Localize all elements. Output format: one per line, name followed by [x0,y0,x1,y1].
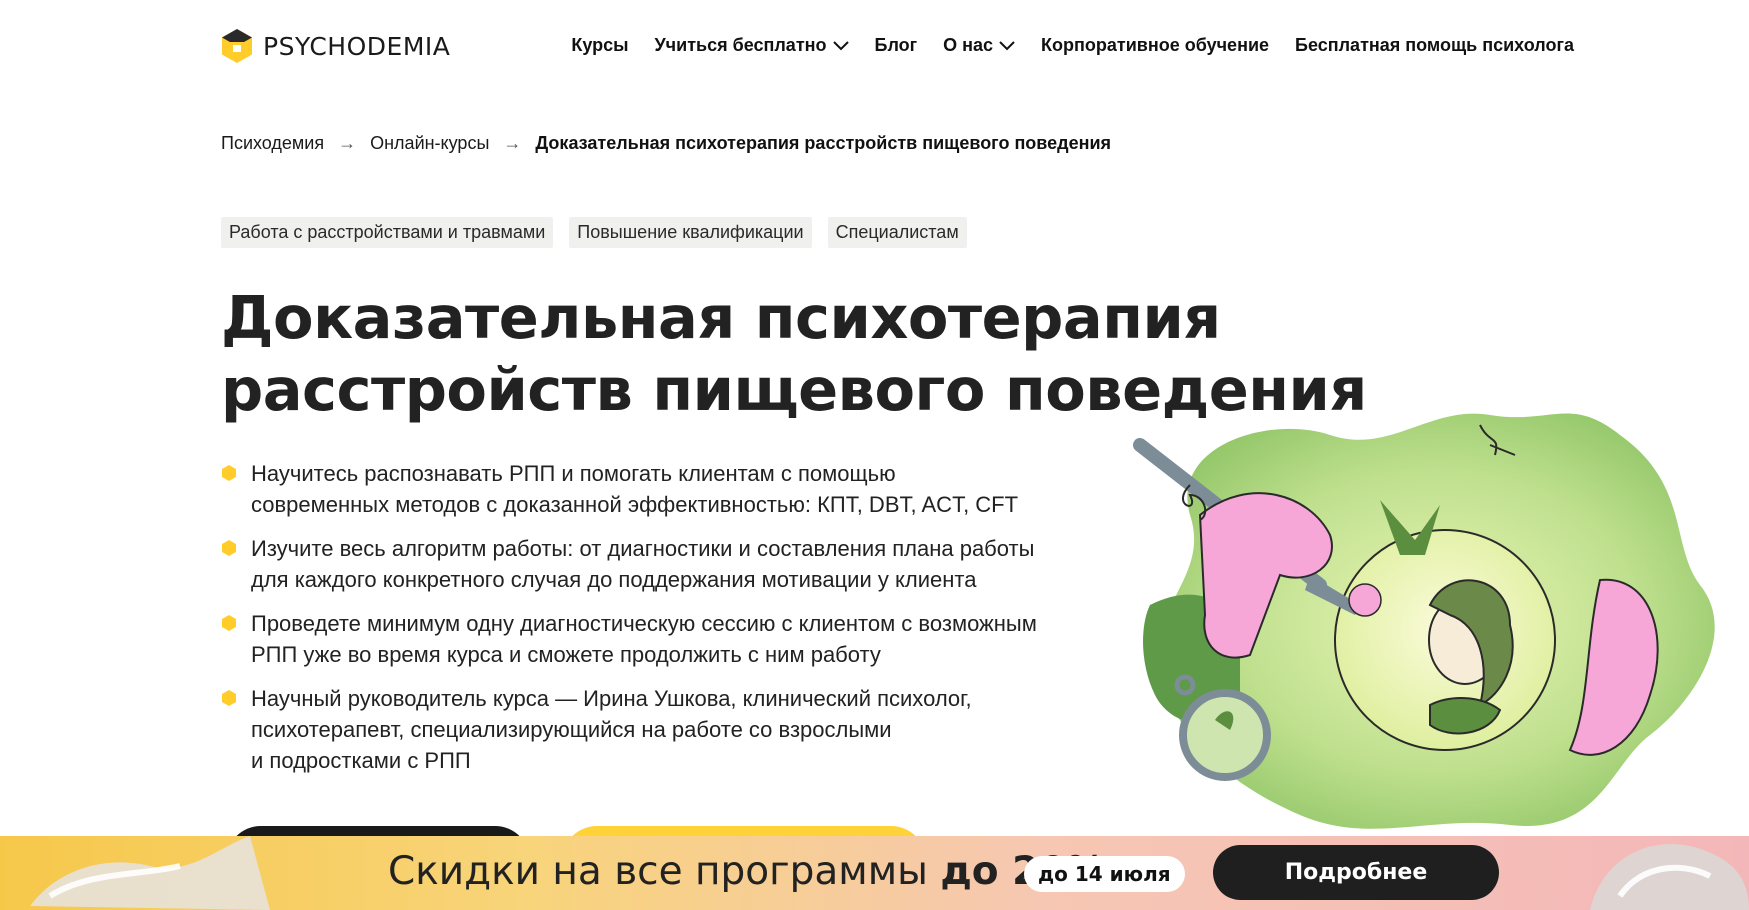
tag-qualification[interactable]: Повышение квалификации [569,217,812,248]
bullet-text: Изучите весь алгоритм работы: от диагнос… [251,536,1035,592]
main-nav: Курсы Учиться бесплатно Блог О нас Корпо… [571,35,1574,56]
breadcrumb-separator: → [503,133,522,153]
list-item: Проведете минимум одну диагностическую с… [221,608,1101,670]
list-item: Научный руководитель курса — Ирина Ушков… [221,683,1101,776]
hexagon-bullet-icon [222,615,236,631]
nav-blog[interactable]: Блог [875,35,918,56]
nav-label: Курсы [571,35,629,55]
list-item: Научитесь распознавать РПП и помогать кл… [221,458,1101,520]
promo-date-badge: до 14 июля [1024,856,1185,892]
nav-label: Бесплатная помощь психолога [1295,35,1574,55]
breadcrumb-home[interactable]: Психодемия [221,133,324,154]
hero-illustration [1133,413,1715,829]
psychodemia-logo-icon [222,29,252,63]
tag-disorders-trauma[interactable]: Работа с расстройствами и травмами [221,217,554,248]
nav-about[interactable]: О нас [943,35,1015,56]
logo-text: PSYCHODEMIA [263,31,451,61]
nav-label: Корпоративное обучение [1041,35,1270,55]
chevron-down-icon [832,40,849,50]
nav-label: Учиться бесплатно [654,35,827,55]
glass-blob-decoration [30,836,270,910]
breadcrumb: Психодемия → Онлайн-курсы → Доказательна… [221,133,1111,154]
logo[interactable]: PSYCHODEMIA [221,28,450,64]
promo-banner: Скидки на все программы до 20% до 14 июл… [0,836,1749,910]
bullet-text: Научитесь распознавать РПП и помогать кл… [251,461,1019,517]
benefits-list: Научитесь распознавать РПП и помогать кл… [221,458,1101,789]
hexagon-bullet-icon [222,540,236,556]
nav-free-help[interactable]: Бесплатная помощь психолога [1295,35,1574,56]
breadcrumb-online-courses[interactable]: Онлайн-курсы [370,133,489,154]
course-tags: Работа с расстройствами и травмами Повыш… [221,217,967,248]
bullet-text: Проведете минимум одну диагностическую с… [251,611,1037,667]
nav-corporate[interactable]: Корпоративное обучение [1041,35,1269,56]
list-item: Изучите весь алгоритм работы: от диагнос… [221,533,1101,595]
breadcrumb-separator: → [338,133,357,153]
bullet-text: Научный руководитель курса — Ирина Ушков… [251,686,972,773]
tag-specialists[interactable]: Специалистам [827,217,967,248]
nav-courses[interactable]: Курсы [571,35,628,56]
nav-label: О нас [943,35,994,55]
hexagon-bullet-icon [222,690,236,706]
promo-label: Скидки на все программы [388,849,928,894]
breadcrumb-current: Доказательная психотерапия расстройств п… [535,133,1112,153]
glass-blob-decoration [1590,844,1749,910]
title-line-1: Доказательная психотерапия [221,283,1221,352]
site-header: PSYCHODEMIA Курсы Учиться бесплатно Блог… [0,0,1749,95]
nav-learn-free[interactable]: Учиться бесплатно [654,35,849,56]
hexagon-bullet-icon [222,465,236,481]
chevron-down-icon [999,40,1015,50]
promo-text: Скидки на все программы до 20% [388,849,1106,894]
promo-details-button[interactable]: Подробнее [1213,845,1499,900]
nav-label: Блог [874,35,918,55]
